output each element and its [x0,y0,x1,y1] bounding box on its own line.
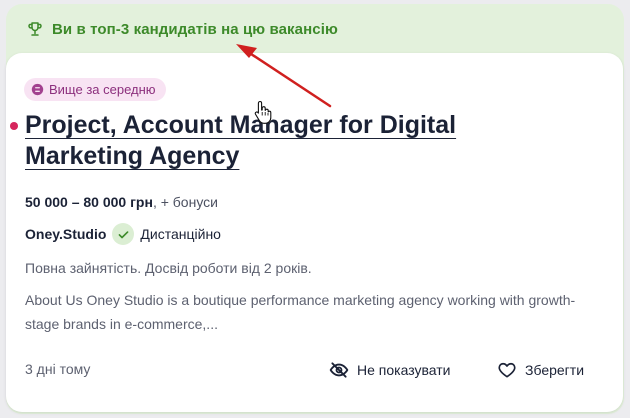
top-candidate-text: Ви в топ-3 кандидатів на цю вакансію [52,20,338,38]
verified-badge [112,223,135,245]
vacancy-card: Вище за середню Project, Account Manager… [6,53,623,412]
save-vacancy-label: Зберегти [525,362,585,378]
company-row: Oney.Studio Дистанційно [25,222,221,246]
salary-extra: , + бонуси [152,194,218,210]
hide-vacancy-button[interactable]: Не показувати [329,358,450,382]
top-candidate-banner: Ви в топ-3 кандидатів на цю вакансію [26,18,338,40]
posted-time: 3 дні тому [25,361,91,377]
save-vacancy-button[interactable]: Зберегти [497,358,584,382]
location: Дистанційно [140,226,221,242]
heart-icon [498,362,516,378]
salary: 50 000 – 80 000 грн, + бонуси [25,194,218,210]
company-name-link[interactable]: Oney.Studio [25,226,106,242]
coin-icon [31,83,44,96]
vacancy-description: About Us Oney Studio is a boutique perfo… [25,292,576,332]
employment-conditions: Повна зайнятість. Досвід роботи від 2 ро… [25,260,312,276]
eye-off-icon [329,362,349,378]
salary-badge-text: Вище за середню [49,82,156,97]
salary-badge: Вище за середню [24,78,166,101]
vacancy-title-link[interactable]: Project, Account Manager for Digital Mar… [25,110,505,172]
hide-vacancy-label: Не показувати [357,362,451,378]
trophy-icon [28,22,42,36]
salary-amount: 50 000 – 80 000 грн [25,194,153,210]
check-icon [118,230,129,238]
new-vacancy-dot [10,122,18,130]
